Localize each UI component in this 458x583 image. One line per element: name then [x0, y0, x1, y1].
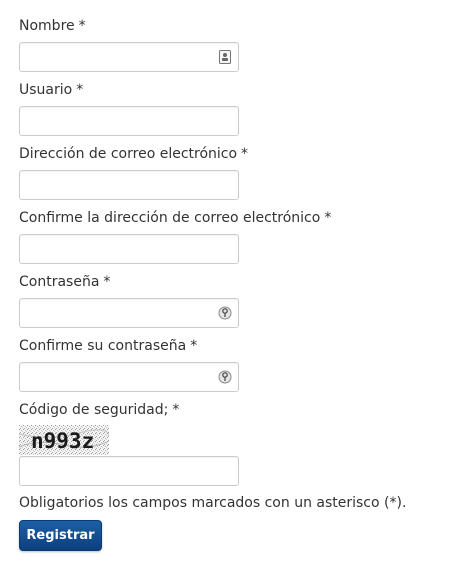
captcha-input[interactable] — [20, 457, 224, 485]
captcha-image: n993z — [19, 425, 109, 455]
username-label-text: Usuario — [19, 82, 73, 98]
password-input[interactable] — [20, 299, 224, 327]
username-label: Usuario * — [19, 81, 83, 99]
required-asterisk: * — [78, 18, 86, 34]
email-confirm-label-text: Confirme la dirección de correo electrón… — [19, 210, 321, 226]
required-fields-note: Obligatorios los campos marcados con un … — [19, 495, 407, 511]
username-field[interactable] — [19, 106, 239, 136]
password-confirm-input[interactable] — [20, 363, 224, 391]
captcha-field[interactable] — [19, 456, 239, 486]
name-label-text: Nombre — [19, 18, 75, 34]
password-label: Contraseña * — [19, 273, 110, 291]
register-button[interactable]: Registrar — [19, 520, 102, 551]
required-asterisk: * — [172, 402, 180, 418]
password-confirm-field[interactable] — [19, 362, 239, 392]
email-confirm-input[interactable] — [20, 235, 224, 263]
required-asterisk: * — [76, 82, 84, 98]
password-key-icon — [218, 306, 232, 320]
required-asterisk: * — [103, 274, 111, 290]
username-input[interactable] — [20, 107, 224, 135]
password-confirm-label-text: Confirme su contraseña — [19, 338, 187, 354]
email-field[interactable] — [19, 170, 239, 200]
contact-card-icon — [219, 50, 231, 64]
required-asterisk: * — [190, 338, 198, 354]
captcha-label: Código de seguridad; * — [19, 401, 179, 419]
captcha-text: n993z — [31, 429, 94, 453]
required-asterisk: * — [241, 146, 249, 162]
captcha-label-text: Código de seguridad; — [19, 402, 169, 418]
email-confirm-field[interactable] — [19, 234, 239, 264]
email-input[interactable] — [20, 171, 224, 199]
email-confirm-label: Confirme la dirección de correo electrón… — [19, 209, 331, 227]
password-label-text: Contraseña — [19, 274, 100, 290]
password-field[interactable] — [19, 298, 239, 328]
email-label-text: Dirección de correo electrónico — [19, 146, 238, 162]
required-asterisk: * — [324, 210, 332, 226]
password-key-icon — [218, 370, 232, 384]
name-input[interactable] — [20, 43, 224, 71]
email-label: Dirección de correo electrónico * — [19, 145, 248, 163]
password-confirm-label: Confirme su contraseña * — [19, 337, 197, 355]
name-field[interactable] — [19, 42, 239, 72]
name-label: Nombre * — [19, 17, 86, 35]
